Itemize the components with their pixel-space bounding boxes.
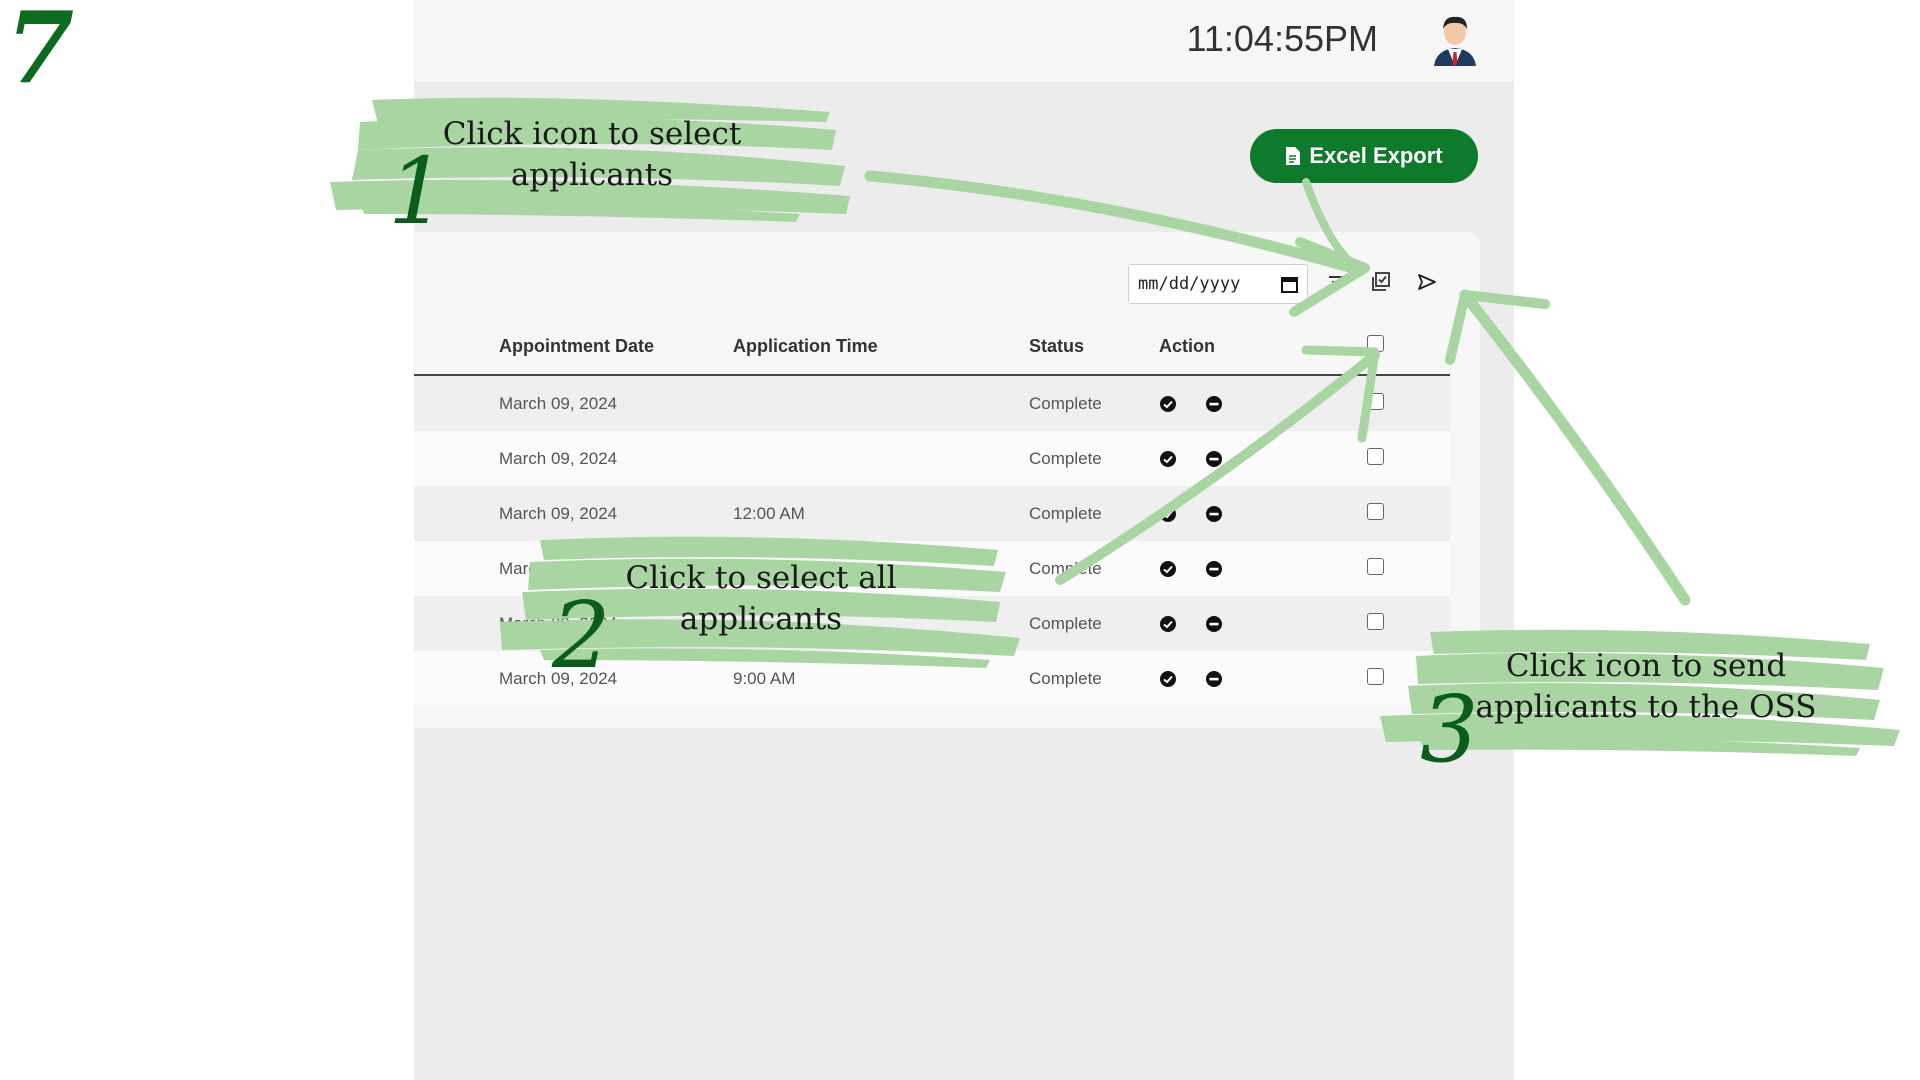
annotation-note-1: Click icon to select applicants [402,114,782,196]
status: Complete [1029,503,1102,523]
application-time: 9:00 AM [733,668,796,688]
annotation-note-3: Click icon to send applicants to the OSS [1466,646,1826,728]
excel-export-button[interactable]: Excel Export [1250,129,1478,183]
annotation-1-line1: Click icon to select [442,116,742,152]
annotation-1-line2: applicants [510,157,674,193]
table-row: March 09, 2024 Complete [414,375,1450,431]
approve-icon[interactable] [1159,670,1177,688]
row-checkbox[interactable] [1367,667,1384,685]
annotation-note-2: Click to select all applicants [576,558,946,640]
user-avatar-icon[interactable] [1430,12,1480,66]
excel-export-label: Excel Export [1309,143,1443,168]
annotation-2-line2: applicants [679,601,843,637]
calendar-icon[interactable] [1281,276,1298,293]
top-bar: 11:04:55PM [414,0,1514,82]
column-header: Action [1159,318,1301,376]
approve-icon[interactable] [1159,450,1177,468]
annotation-2-line1: Click to select all [625,560,897,596]
date-placeholder: mm/dd/yyyy [1138,274,1241,294]
select-all-checkbox[interactable] [1367,335,1384,352]
application-time [733,375,1029,431]
approve-icon[interactable] [1159,615,1177,633]
status: Complete [1029,558,1102,578]
application-time [733,431,1029,486]
appointment-date: March 09, 2024 [499,448,618,468]
row-checkbox[interactable] [1367,392,1384,410]
remove-icon[interactable] [1205,450,1223,468]
approve-icon[interactable] [1159,560,1177,578]
row-checkbox[interactable] [1367,447,1384,465]
file-icon [1286,147,1301,165]
column-header: Status [1029,318,1159,376]
remove-icon[interactable] [1205,560,1223,578]
clock: 11:04:55PM [1186,18,1378,59]
status: Complete [1029,613,1102,633]
status: Complete [1029,448,1102,468]
remove-icon[interactable] [1205,670,1223,688]
column-header: Application Time [733,318,1029,376]
appointment-date: March 09, 2024 [499,393,618,413]
approve-icon[interactable] [1159,505,1177,523]
approve-icon[interactable] [1159,395,1177,413]
step-number: 7 [6,0,75,106]
annotation-3-line2: applicants to the OSS [1475,689,1817,725]
filter-icon[interactable] [1322,268,1350,296]
row-checkbox[interactable] [1367,557,1384,575]
table-row: March 09, 2024 Complete [414,431,1450,486]
application-time: 12:00 AM [733,503,805,523]
select-applicants-icon[interactable] [1367,268,1395,296]
remove-icon[interactable] [1205,395,1223,413]
status: Complete [1029,668,1102,688]
table-row: March 09, 2024 12:00 AM Complete [414,486,1450,541]
annotation-3-line1: Click icon to send [1505,648,1787,684]
appointment-date: March 09, 2024 [499,503,618,523]
row-checkbox[interactable] [1367,612,1384,630]
table-header-row: Appointment Date Application Time Status… [414,318,1450,376]
status: Complete [1029,393,1102,413]
column-header: Appointment Date [414,318,733,376]
remove-icon[interactable] [1205,615,1223,633]
remove-icon[interactable] [1205,505,1223,523]
date-filter-input[interactable]: mm/dd/yyyy [1128,264,1308,304]
send-to-oss-icon[interactable] [1413,268,1441,296]
row-checkbox[interactable] [1367,502,1384,520]
